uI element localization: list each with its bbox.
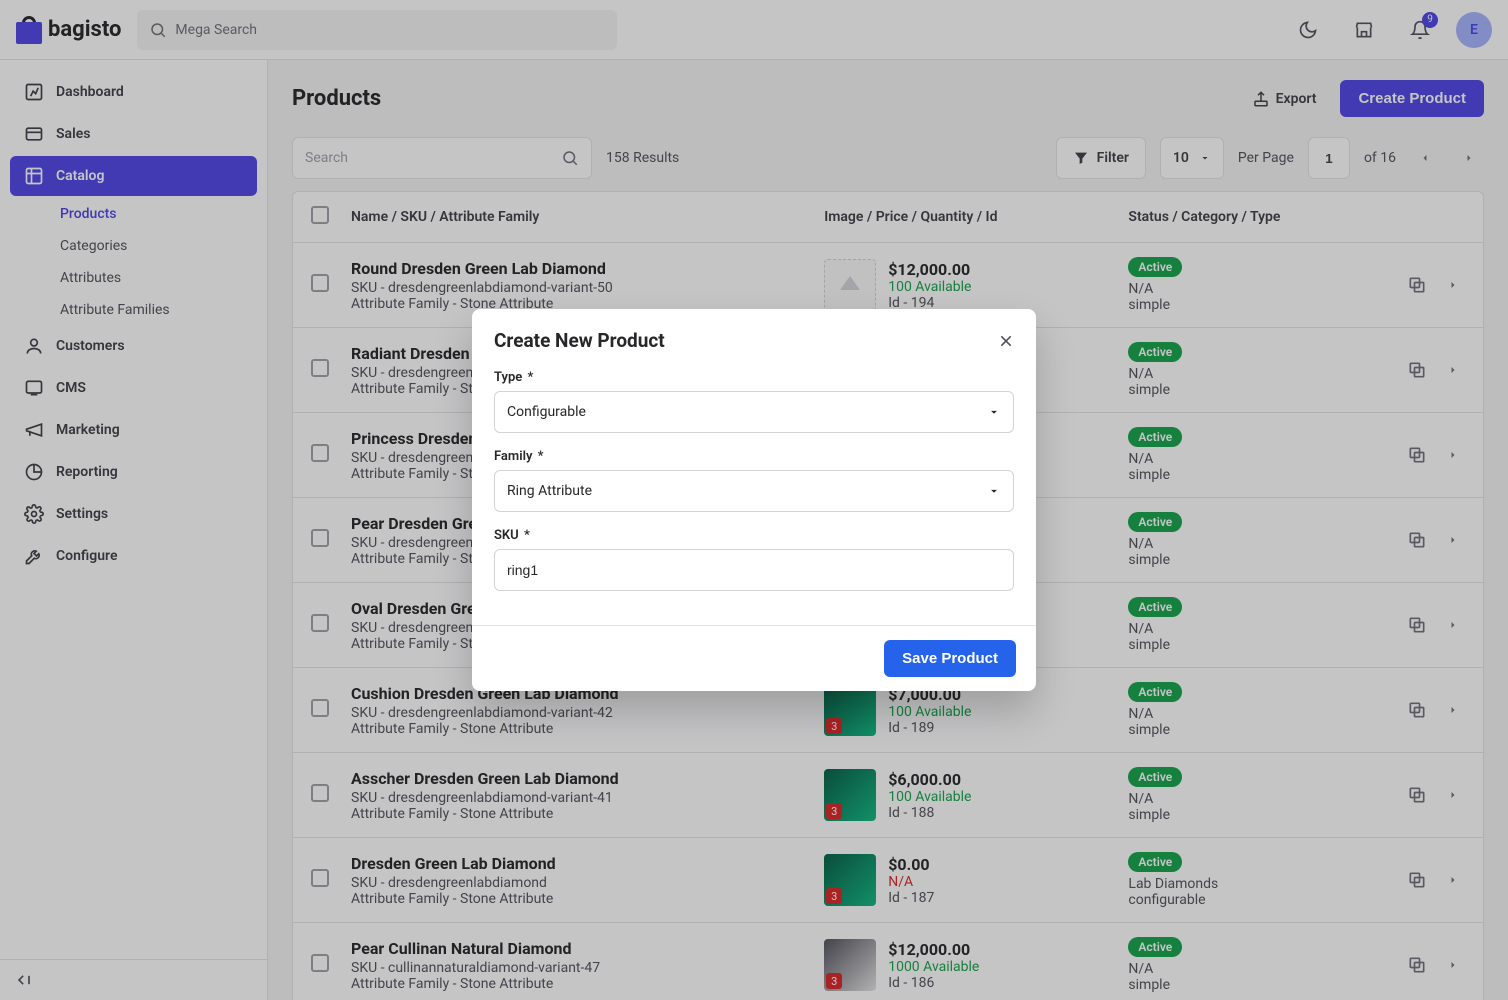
chevron-down-icon [987,484,1001,498]
type-label: Type * [494,370,1014,385]
chevron-down-icon [987,405,1001,419]
modal-overlay[interactable]: Create New Product Type * Configurable F… [0,0,1508,1000]
family-select[interactable]: Ring Attribute [494,470,1014,512]
create-product-modal: Create New Product Type * Configurable F… [472,309,1036,691]
modal-close-button[interactable] [998,333,1014,349]
save-product-button[interactable]: Save Product [884,640,1016,677]
modal-title: Create New Product [494,329,998,352]
family-label: Family * [494,449,1014,464]
close-icon [998,333,1014,349]
sku-input[interactable] [494,549,1014,591]
type-select[interactable]: Configurable [494,391,1014,433]
sku-label: SKU * [494,528,1014,543]
